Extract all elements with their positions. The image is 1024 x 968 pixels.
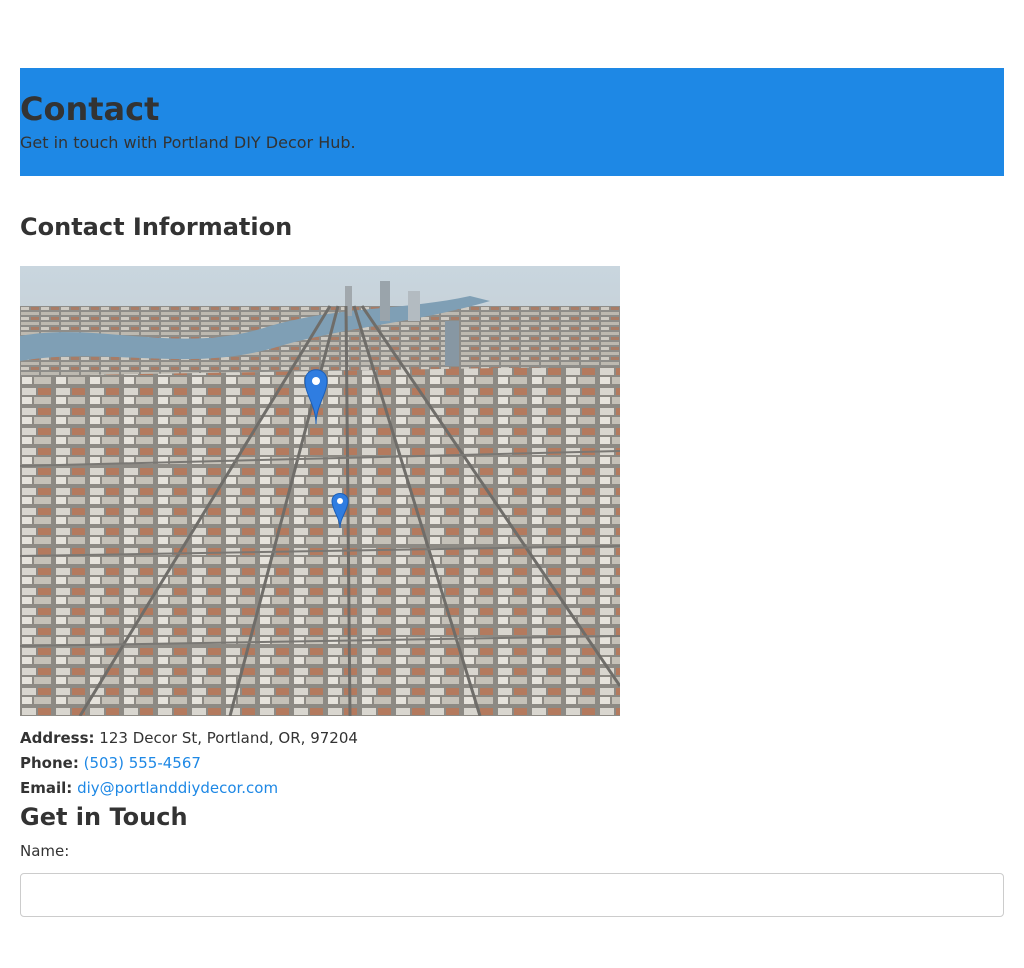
page: Contact Get in touch with Portland DIY D…: [0, 68, 1024, 917]
hero-banner: Contact Get in touch with Portland DIY D…: [20, 68, 1004, 176]
phone-line: Phone: (503) 555-4567: [20, 751, 1004, 776]
page-subtitle: Get in touch with Portland DIY Decor Hub…: [20, 133, 356, 152]
phone-label: Phone:: [20, 754, 79, 772]
email-link[interactable]: diy@portlanddiydecor.com: [77, 779, 278, 797]
address-value: 123 Decor St, Portland, OR, 97204: [99, 729, 358, 747]
get-in-touch-heading: Get in Touch: [20, 803, 188, 831]
address-line: Address: 123 Decor St, Portland, OR, 972…: [20, 726, 1004, 751]
map-image[interactable]: [20, 266, 620, 716]
contact-details: Address: 123 Decor St, Portland, OR, 972…: [20, 726, 1004, 801]
page-title: Contact: [20, 90, 160, 128]
email-label: Email:: [20, 779, 73, 797]
phone-link[interactable]: (503) 555-4567: [84, 754, 201, 772]
email-line: Email: diy@portlanddiydecor.com: [20, 776, 1004, 801]
name-label: Name:: [20, 842, 70, 860]
contact-information-heading: Contact Information: [20, 213, 293, 241]
address-label: Address:: [20, 729, 95, 747]
name-input[interactable]: [20, 873, 1004, 917]
